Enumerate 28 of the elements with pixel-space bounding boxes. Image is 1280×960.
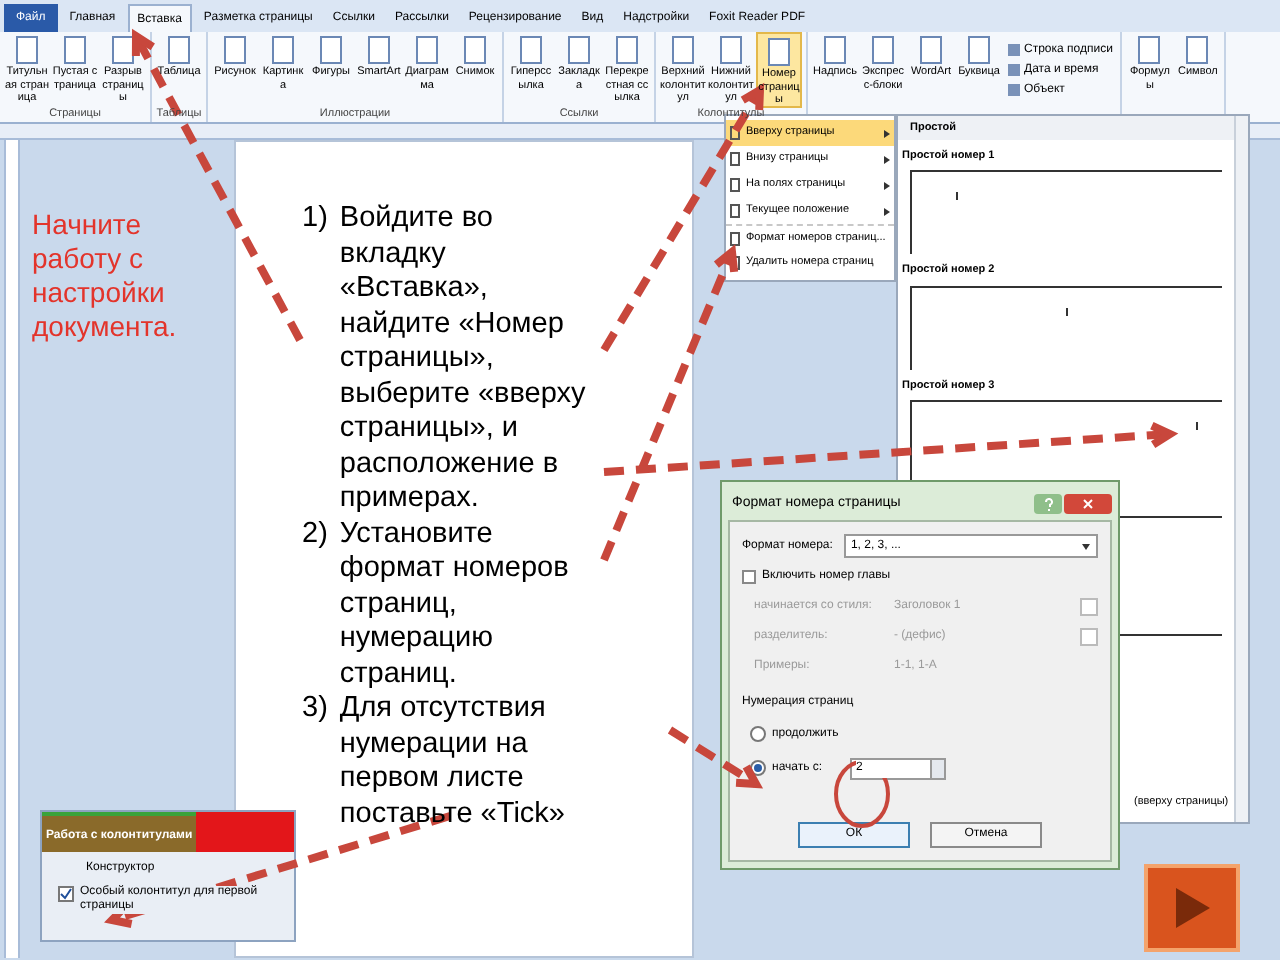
context-bar	[196, 812, 294, 852]
list-number: 3)	[302, 692, 328, 728]
list-text: Для отсутствия нумерации на первом листе поставьте «Tick»	[339, 692, 567, 832]
list-number: 2)	[302, 517, 328, 553]
page-number-mark	[956, 192, 958, 201]
submenu-arrow-icon	[884, 207, 890, 215]
page-preview[interactable]	[910, 170, 1222, 255]
list-number: 1)	[302, 202, 328, 238]
spinner-icon	[930, 759, 944, 777]
checkbox[interactable]	[742, 570, 756, 584]
list-text: Войдите во вкладку «Вставка», найдите «Номер страницы», выберите «вверху страницы», и расположение в примерах.	[339, 202, 588, 517]
dropdown-arrow-icon	[1082, 543, 1090, 549]
highlight-circle	[834, 760, 890, 828]
submenu-arrow-icon	[884, 155, 890, 163]
page-number-mark	[1196, 421, 1198, 430]
next-slide-button[interactable]	[1144, 864, 1240, 952]
submenu-arrow-icon	[884, 129, 890, 137]
instruction-note: Начните работу с настройки документа.	[32, 208, 179, 344]
document-icon	[768, 38, 790, 66]
pointer-arrow	[667, 726, 764, 789]
list-text: Установите формат номеров страниц, нумерацию страниц.	[339, 517, 571, 692]
checkbox[interactable]	[58, 886, 74, 902]
page-number-mark	[1066, 307, 1068, 315]
close-icon[interactable]	[1064, 494, 1112, 514]
page-preview[interactable]	[910, 285, 1222, 369]
play-icon	[1172, 886, 1212, 930]
radio-button[interactable]	[750, 726, 766, 742]
submenu-arrow-icon	[884, 181, 890, 189]
